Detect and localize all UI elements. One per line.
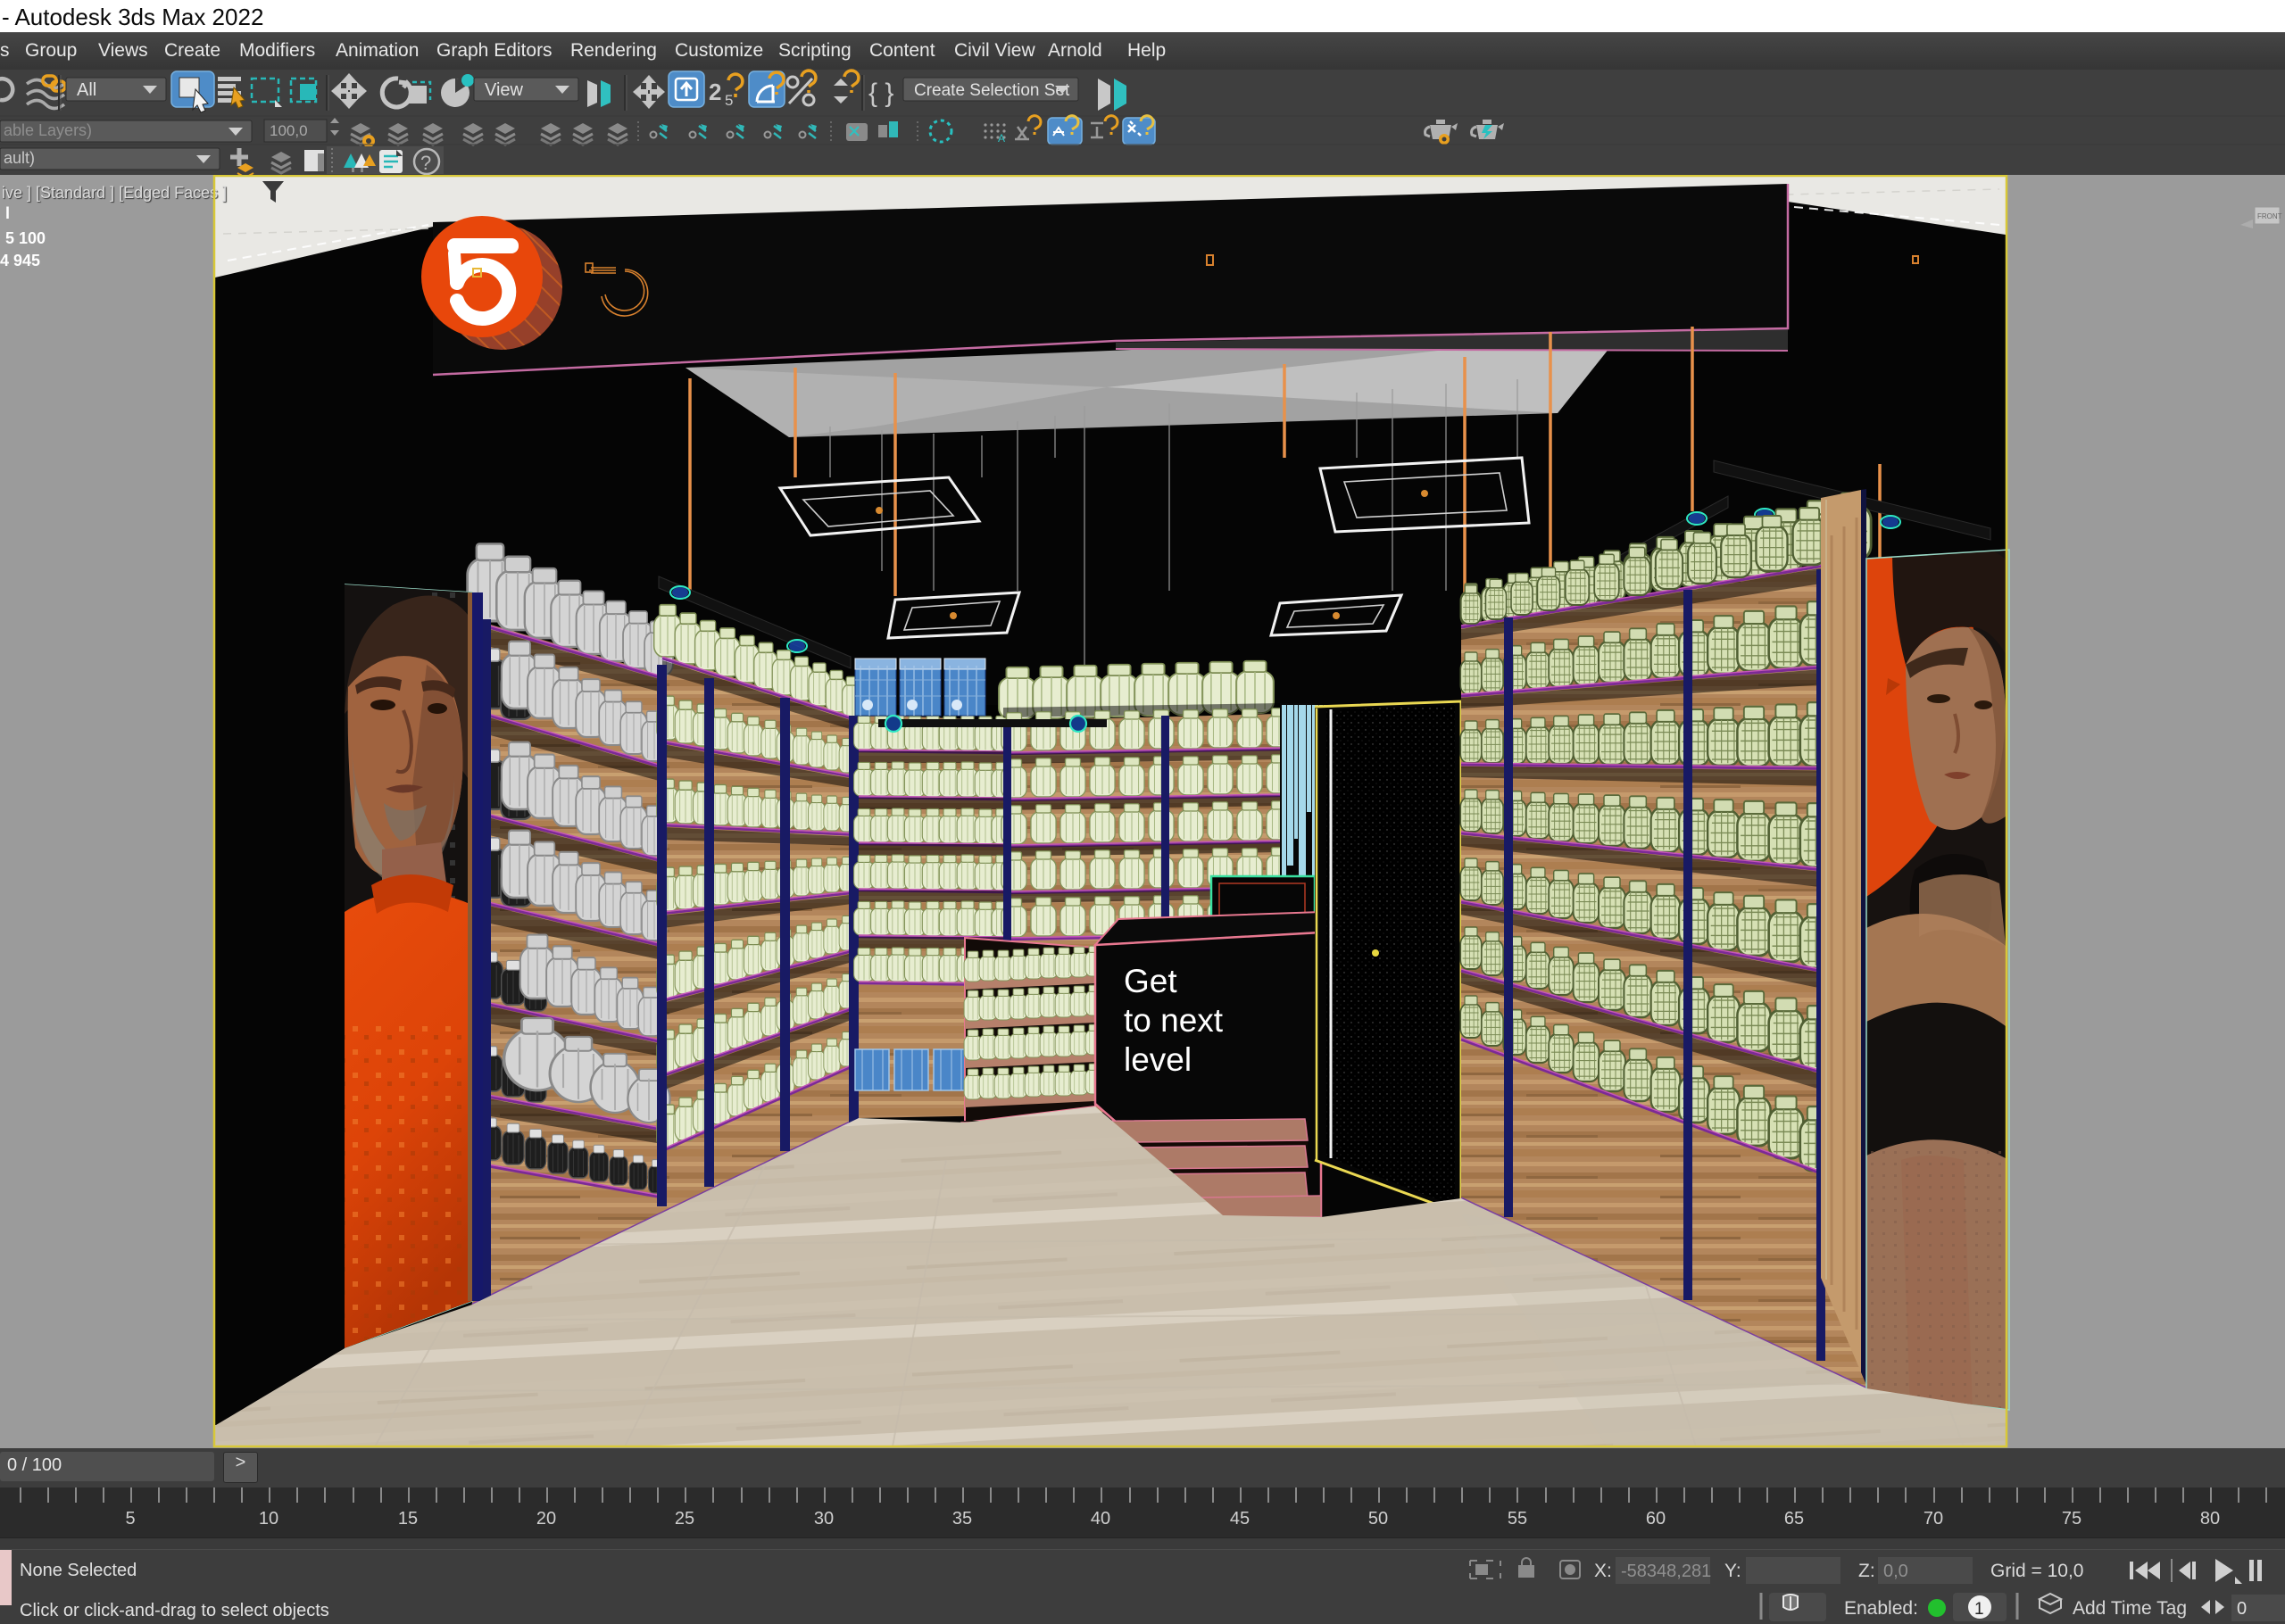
svg-text:ive ] [Standard ] [Edged Fac: ive ] [Standard ] [Edged Faces ] [2,184,227,202]
svg-text:100,0: 100,0 [270,122,308,139]
svg-text:Enabled:: Enabled: [1844,1598,1918,1619]
svg-text:Z:: Z: [1858,1561,1875,1581]
svg-text:?: ? [420,152,431,174]
svg-text:All: All [77,80,96,100]
svg-text:0: 0 [2237,1599,2247,1619]
svg-text:Get: Get [1124,963,1177,999]
svg-text:Add Time Tag: Add Time Tag [2073,1598,2187,1619]
svg-text:FRONT: FRONT [2257,212,2282,220]
svg-text:1: 1 [1974,1600,1984,1619]
svg-text:able Layers): able Layers) [4,121,92,139]
svg-text:Y:: Y: [1724,1561,1741,1581]
svg-text:level: level [1124,1041,1192,1078]
svg-text:to next: to next [1124,1002,1224,1039]
svg-text:{ }: { } [868,79,893,108]
svg-text:View: View [485,80,524,100]
svg-text:A: A [998,132,1005,145]
svg-text:5 100: 5 100 [5,229,46,247]
svg-text:-58348,281: -58348,281 [1621,1562,1711,1581]
svg-text:Grid = 10,0: Grid = 10,0 [1990,1561,2083,1581]
svg-text:0,0: 0,0 [1883,1562,1908,1581]
svg-text:l: l [5,204,10,222]
svg-text:ault): ault) [4,149,35,167]
svg-text:4 945: 4 945 [0,252,40,269]
svg-text:5: 5 [725,92,733,109]
svg-text:X:: X: [1594,1561,1612,1581]
svg-text:Create Selection Set: Create Selection Set [914,81,1070,100]
svg-text:2: 2 [709,79,721,105]
